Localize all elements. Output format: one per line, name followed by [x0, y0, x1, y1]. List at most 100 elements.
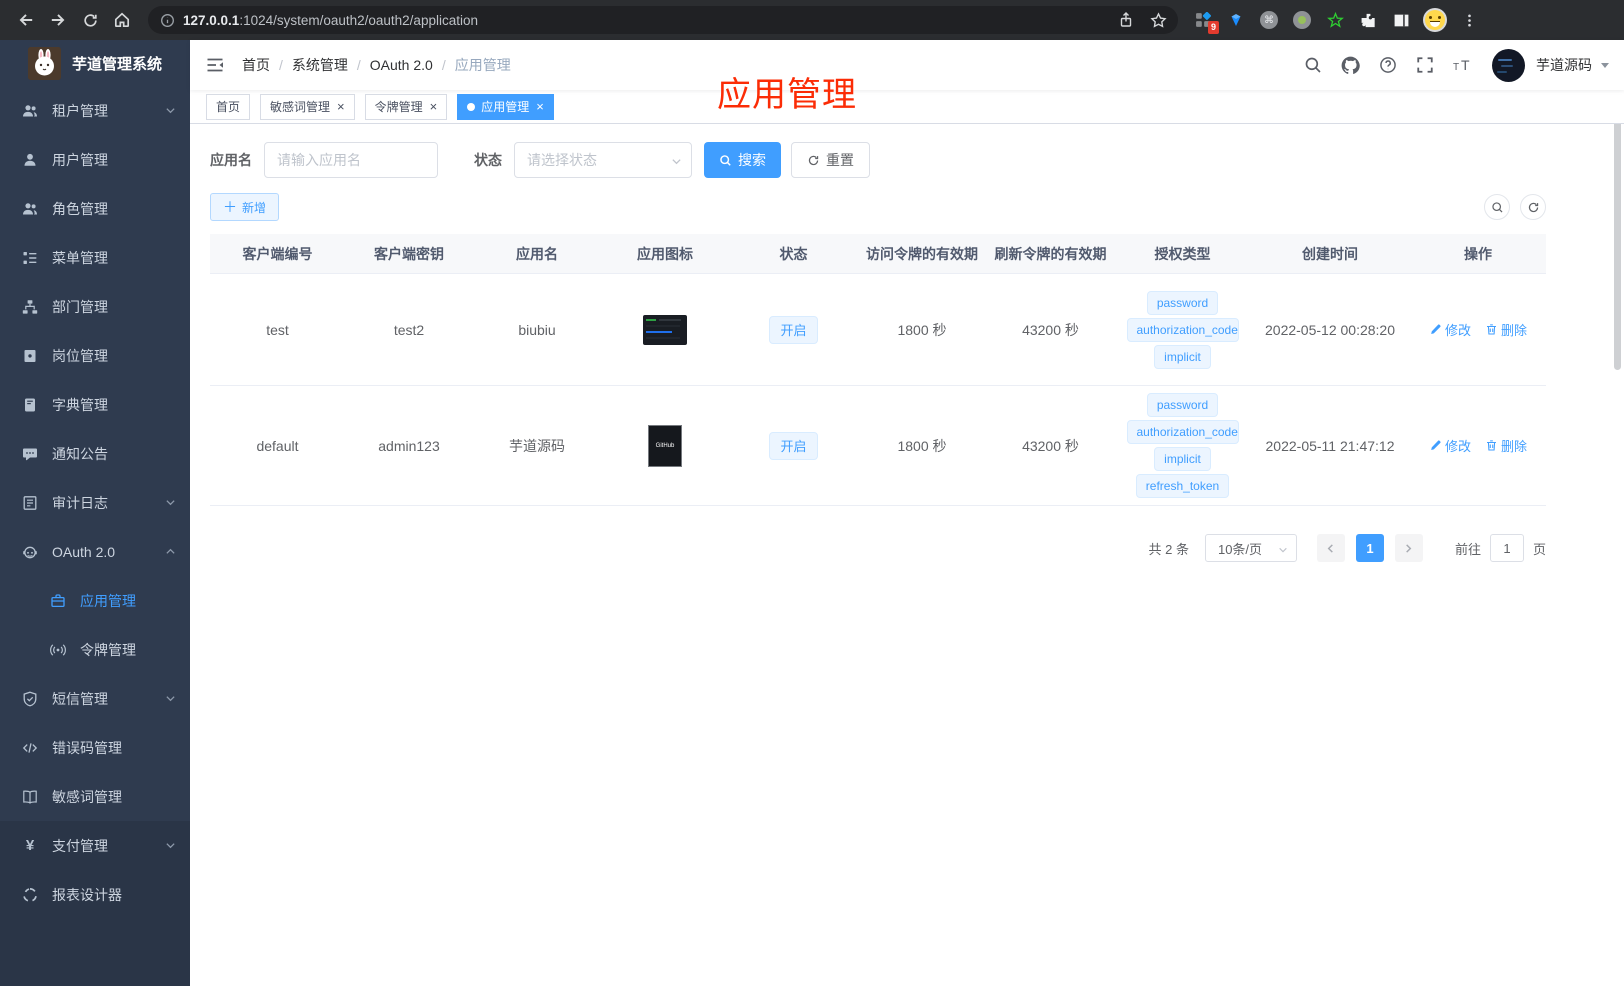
chevron-down-icon	[165, 497, 176, 508]
bookmark-star-icon[interactable]	[1144, 6, 1172, 34]
cell-refresh-validity: 43200 秒	[1022, 437, 1079, 454]
app-logo-row[interactable]: 芋道管理系统	[0, 40, 190, 86]
sidebar-item-role[interactable]: 角色管理	[0, 184, 190, 233]
gem-extension-icon[interactable]	[1227, 11, 1245, 29]
header-search-icon[interactable]	[1304, 56, 1322, 74]
page-unit-label: 页	[1532, 541, 1546, 557]
search-button[interactable]: 搜索	[704, 142, 781, 178]
delete-link[interactable]: 删除	[1485, 320, 1527, 339]
tab-application[interactable]: 应用管理 ×	[457, 93, 554, 120]
chevron-down-icon	[1278, 545, 1288, 555]
browser-menu-icon[interactable]	[1460, 11, 1478, 29]
robot-icon	[22, 544, 38, 560]
table-header-row: 客户端编号 客户端密钥 应用名 应用图标 状态 访问令牌的有效期 刷新令牌的有效…	[210, 234, 1546, 274]
goto-page-input[interactable]	[1489, 534, 1524, 562]
sidebar-item-sms[interactable]: 短信管理	[0, 674, 190, 723]
app-name-label: 应用名	[210, 152, 252, 168]
toolbar-search-toggle-button[interactable]	[1484, 194, 1510, 220]
extensions-puzzle-icon[interactable]	[1359, 11, 1377, 29]
sidebar-item-pay[interactable]: ¥ 支付管理	[0, 821, 190, 870]
username-label[interactable]: 芋道源码	[1536, 55, 1592, 75]
sidebar-item-dept[interactable]: 部门管理	[0, 282, 190, 331]
page-number-1[interactable]: 1	[1355, 534, 1384, 562]
breadcrumb-system[interactable]: 系统管理	[292, 55, 348, 75]
github-icon[interactable]	[1341, 56, 1360, 75]
chevron-down-icon	[165, 693, 176, 704]
signal-waves-icon	[50, 642, 66, 658]
collapse-sidebar-icon[interactable]	[205, 55, 225, 75]
close-icon[interactable]: ×	[430, 100, 438, 113]
sidebar-item-audit-log[interactable]: 审计日志	[0, 478, 190, 527]
back-icon[interactable]	[10, 4, 42, 36]
share-icon[interactable]	[1112, 6, 1140, 34]
delete-link[interactable]: 删除	[1485, 436, 1527, 455]
status-badge[interactable]: 开启	[769, 431, 818, 460]
menu-tree-icon	[22, 250, 38, 266]
app-icon-thumbnail[interactable]	[643, 314, 687, 345]
sidebar-item-menu[interactable]: 菜单管理	[0, 233, 190, 282]
reload-icon[interactable]	[74, 4, 106, 36]
user-menu-caret-icon[interactable]	[1601, 62, 1609, 68]
star-extension-icon[interactable]	[1326, 11, 1344, 29]
cell-client-secret: admin123	[378, 437, 440, 454]
close-icon[interactable]: ×	[536, 100, 544, 113]
user-avatar[interactable]	[1492, 48, 1525, 82]
fullscreen-icon[interactable]	[1416, 56, 1434, 74]
app-name-input[interactable]	[264, 142, 438, 178]
status-badge[interactable]: 开启	[769, 315, 818, 344]
pen-icon	[1431, 324, 1441, 334]
sidebar-item-user[interactable]: 用户管理	[0, 135, 190, 184]
page-content: 应用名 状态 请选择状态 搜索 重置 ＋新增	[190, 124, 1624, 562]
breadcrumb-home[interactable]: 首页	[242, 55, 270, 75]
home-icon[interactable]	[106, 4, 138, 36]
font-size-icon[interactable]: TT	[1453, 56, 1473, 74]
sidebar-item-report-designer[interactable]: 报表设计器	[0, 870, 190, 919]
edit-link[interactable]: 修改	[1429, 436, 1471, 455]
sidebar-item-post[interactable]: 岗位管理	[0, 331, 190, 380]
sidebar-item-dict[interactable]: 字典管理	[0, 380, 190, 429]
cell-app-name: 芋道源码	[509, 437, 565, 454]
command-extension-icon[interactable]: ⌘	[1260, 11, 1278, 29]
sidebar-item-oauth2-application[interactable]: 应用管理	[0, 576, 190, 625]
app-icon-thumbnail[interactable]: GitHub	[648, 424, 682, 467]
add-button[interactable]: ＋新增	[210, 193, 280, 221]
address-bar[interactable]: 127.0.0.1:1024/system/oauth2/oauth2/appl…	[148, 6, 1178, 34]
reset-button[interactable]: 重置	[791, 142, 870, 178]
cell-app-name: biubiu	[518, 321, 556, 338]
log-icon	[22, 495, 38, 511]
cell-client-secret: test2	[393, 321, 425, 338]
tab-sensitive-word[interactable]: 敏感词管理 ×	[260, 93, 355, 120]
recorder-extension-icon[interactable]	[1293, 11, 1311, 29]
toolbar-refresh-button[interactable]	[1520, 194, 1546, 220]
status-select[interactable]: 请选择状态	[514, 142, 692, 178]
sidebar-item-oauth2-token[interactable]: 令牌管理	[0, 625, 190, 674]
sidebar-item-sensitive-word[interactable]: 敏感词管理	[0, 772, 190, 821]
side-panel-icon[interactable]	[1392, 11, 1410, 29]
sidebar-item-tenant[interactable]: 租户管理	[0, 86, 190, 135]
tab-token[interactable]: 令牌管理 ×	[364, 93, 448, 120]
plus-icon: ＋	[223, 199, 237, 215]
site-info-icon[interactable]	[160, 13, 175, 28]
help-icon[interactable]	[1379, 56, 1397, 74]
scrollbar-thumb[interactable]	[1614, 118, 1621, 370]
next-page-button[interactable]	[1394, 534, 1423, 562]
page-size-select[interactable]: 10条/页	[1204, 534, 1297, 562]
forward-icon[interactable]	[42, 4, 74, 36]
edit-link[interactable]: 修改	[1429, 320, 1471, 339]
breadcrumb-oauth2[interactable]: OAuth 2.0	[370, 57, 433, 73]
sidebar-item-oauth2[interactable]: OAuth 2.0	[0, 527, 190, 576]
breadcrumb-current: 应用管理	[454, 57, 511, 73]
sidebar-item-error-code[interactable]: 错误码管理	[0, 723, 190, 772]
tab-home[interactable]: 首页	[206, 93, 251, 120]
sidebar-item-notice[interactable]: 通知公告	[0, 429, 190, 478]
users-icon	[22, 103, 38, 119]
prev-page-button[interactable]	[1316, 534, 1345, 562]
close-icon[interactable]: ×	[337, 100, 345, 113]
tab-groups-extension-icon[interactable]: 9	[1194, 11, 1219, 34]
profile-avatar-emoji[interactable]	[1425, 10, 1445, 30]
browser-toolbar: 127.0.0.1:1024/system/oauth2/oauth2/appl…	[0, 0, 1624, 40]
grant-type-tags: password authorization_code implicit	[1126, 290, 1239, 369]
cell-refresh-validity: 43200 秒	[1022, 321, 1079, 338]
cell-client-id: test	[266, 321, 289, 338]
tags-view-bar: 首页 敏感词管理 × 令牌管理 × 应用管理 ×	[190, 90, 1624, 124]
